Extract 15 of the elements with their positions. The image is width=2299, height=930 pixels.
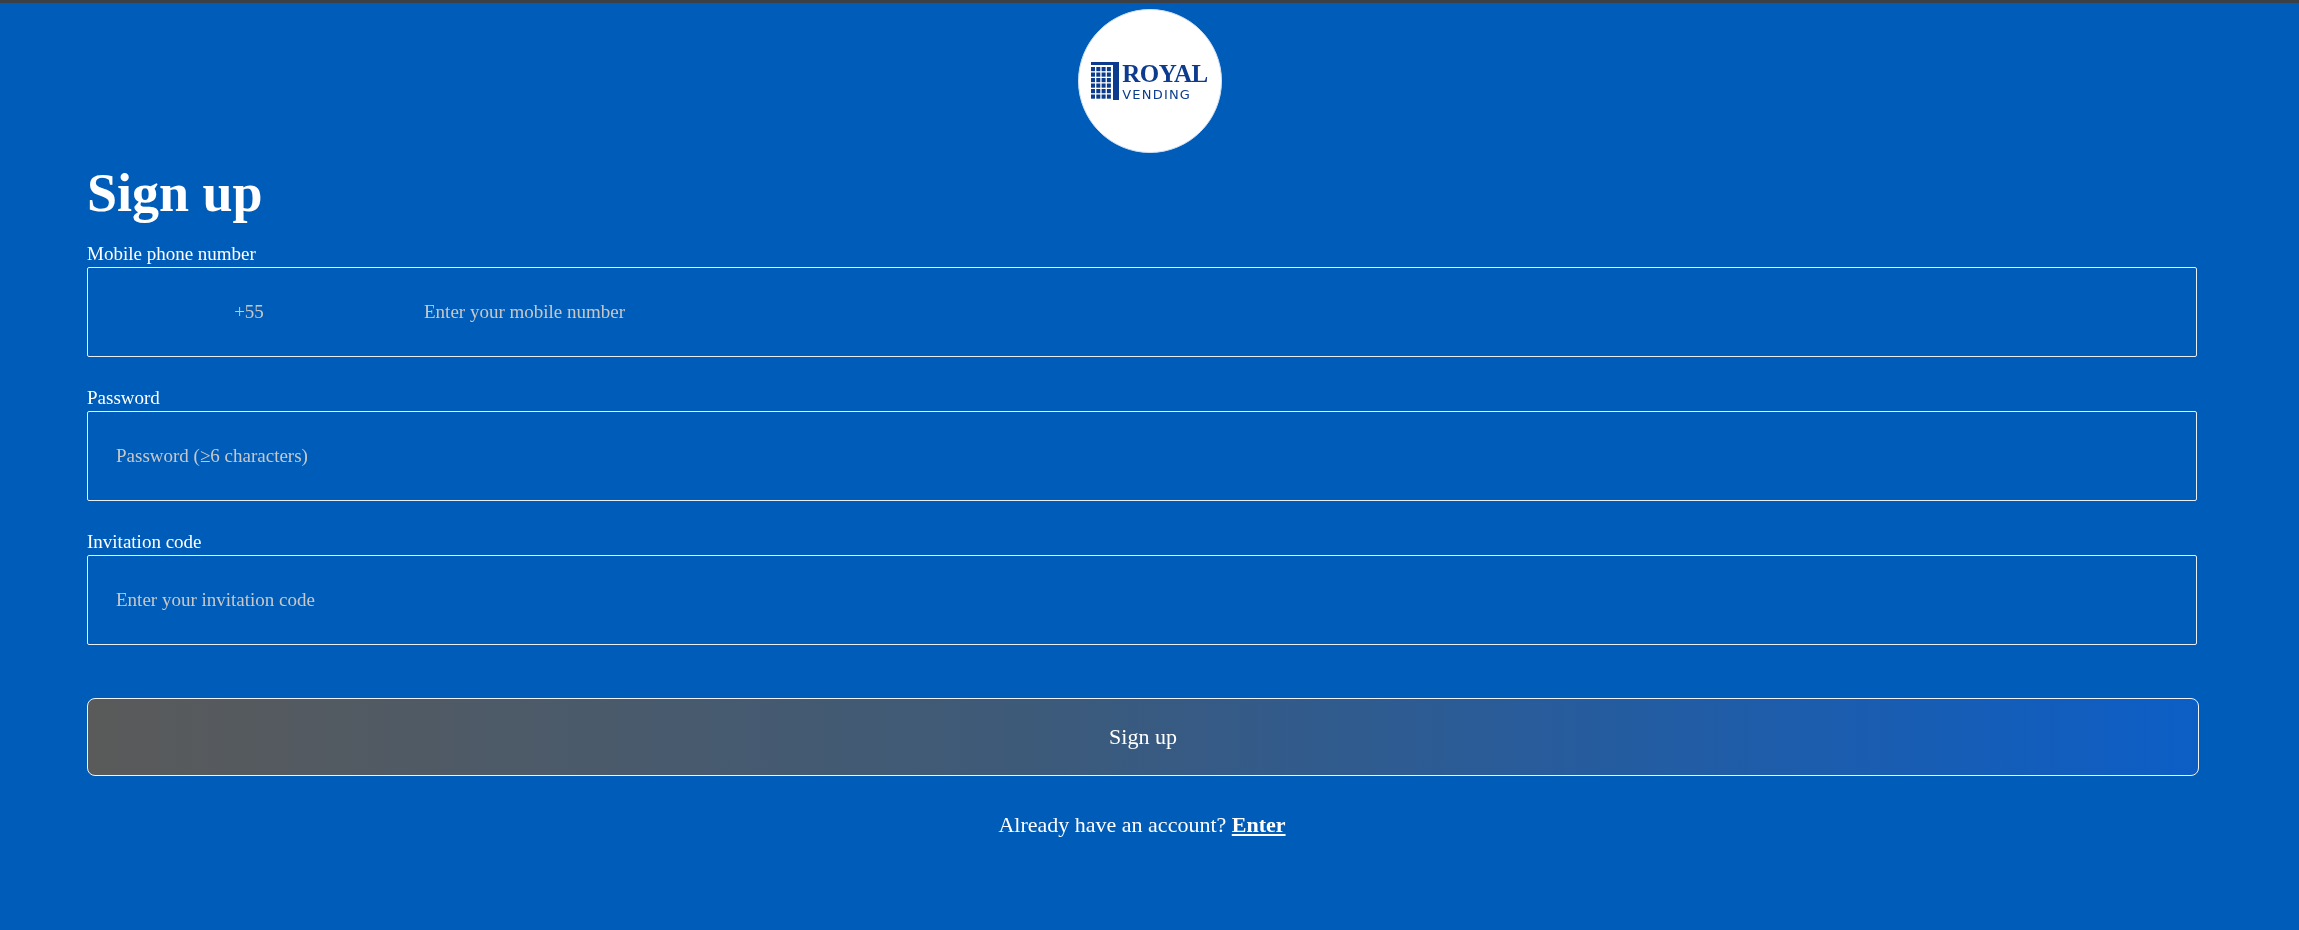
page-title: Sign up bbox=[87, 163, 264, 223]
login-prompt: Already have an account? Enter bbox=[997, 811, 1287, 839]
country-code[interactable]: +55 bbox=[88, 301, 410, 323]
enter-link[interactable]: Enter bbox=[1231, 812, 1286, 837]
password-field[interactable]: Password (≥6 characters) bbox=[87, 411, 2197, 501]
signup-button[interactable]: Sign up bbox=[87, 698, 2199, 776]
phone-input[interactable]: Enter your mobile number bbox=[410, 292, 2196, 332]
input-field[interactable]: Enter your invitation code bbox=[87, 555, 2197, 645]
field-label: Invitation code bbox=[87, 531, 203, 553]
building-icon bbox=[1091, 62, 1120, 100]
field-label: Mobile phone number bbox=[87, 243, 257, 265]
logo-text: VENDING bbox=[1122, 88, 1193, 101]
logo-text: ROYAL bbox=[1122, 61, 1208, 86]
phone-field[interactable]: +55 Enter your mobile number bbox=[87, 267, 2197, 357]
field-label: Password bbox=[87, 387, 161, 409]
